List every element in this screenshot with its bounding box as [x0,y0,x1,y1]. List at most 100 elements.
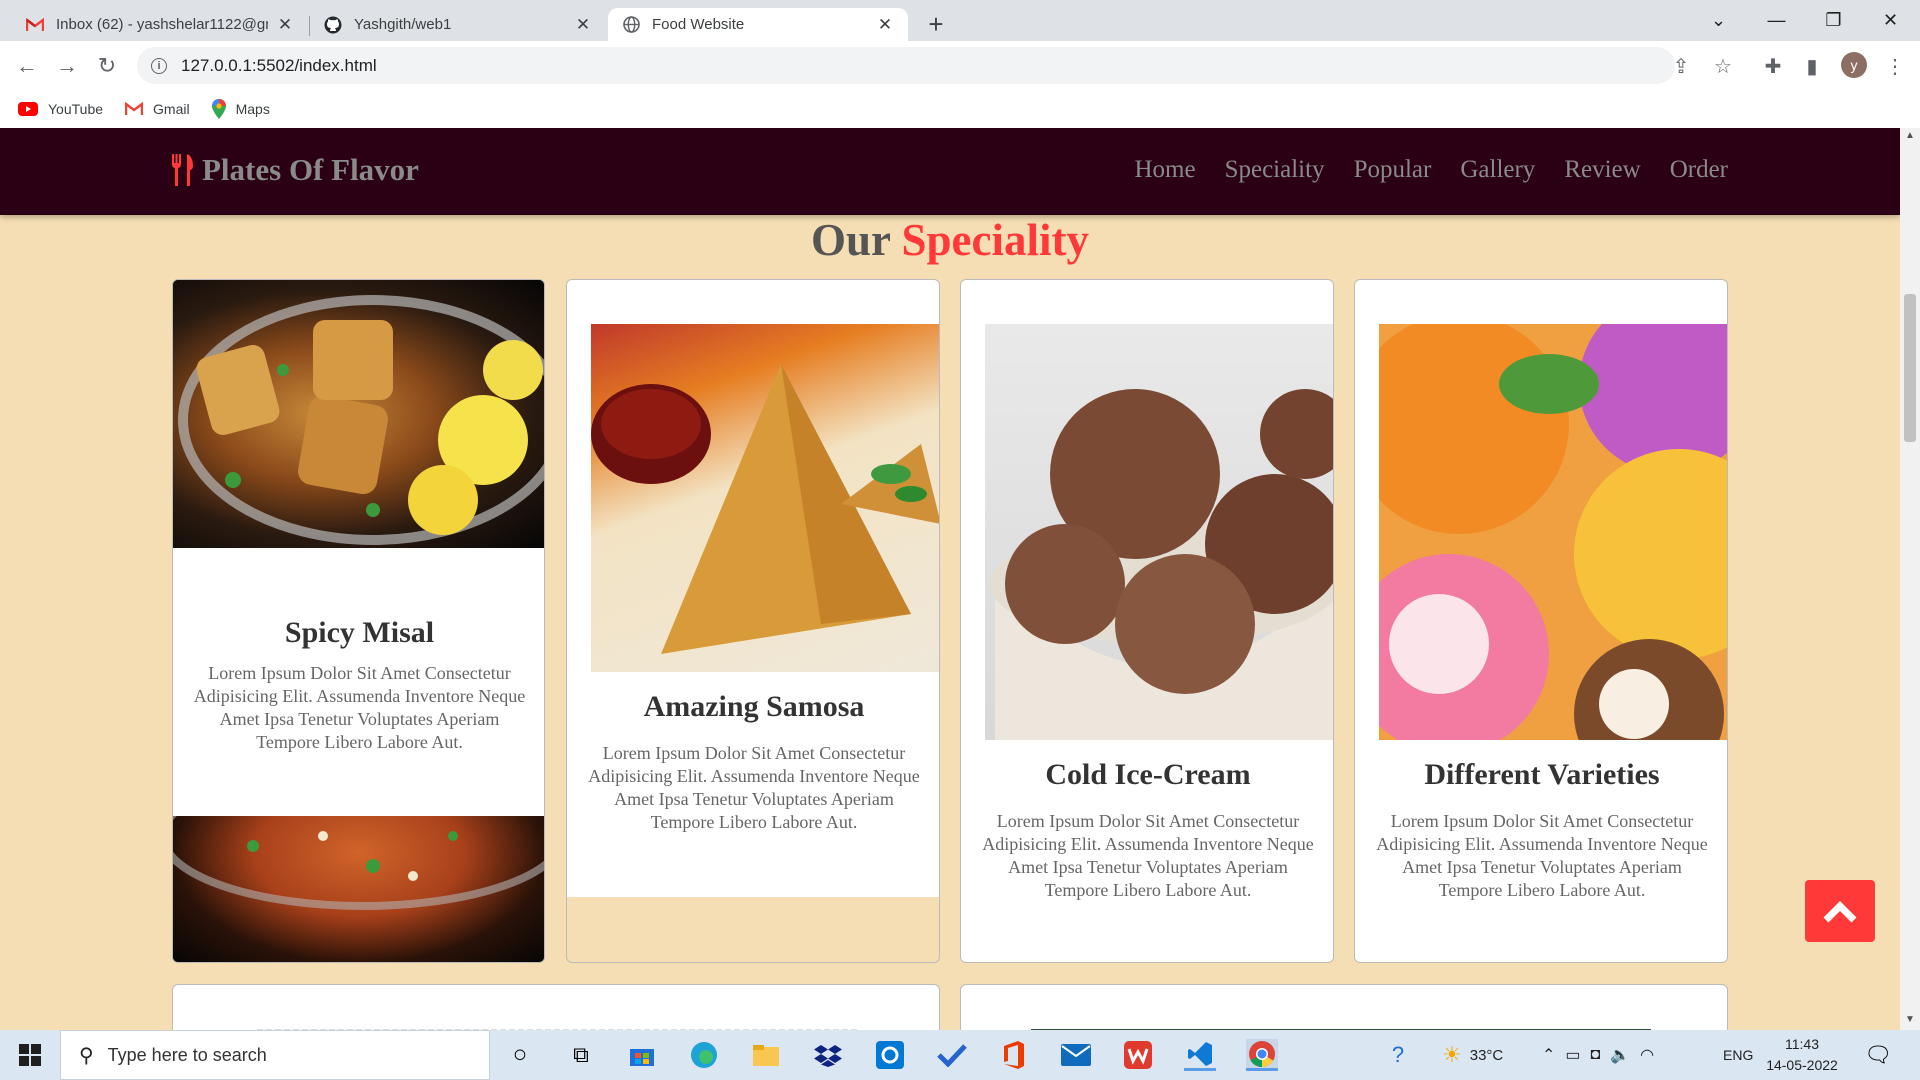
speciality-card-varieties[interactable]: Different Varieties Lorem Ipsum Dolor Si… [1354,279,1728,963]
card-description: Lorem Ipsum Dolor Sit Amet Consectetur A… [193,663,526,752]
notifications-icon[interactable]: 🗨 [1862,1039,1894,1071]
chocolate-ice-cream-image [985,324,1333,740]
system-tray: ⌃ ▭ ◘ 🔈 ◠ [1542,1030,1654,1080]
tab-gmail[interactable]: Inbox (62) - yashshelar1122@gm ✕ [12,8,308,41]
network-status-icon[interactable]: ▭ [1565,1045,1580,1065]
meet-now-icon[interactable]: ◘ [1591,1046,1601,1064]
curry-bowl-illustration [173,762,544,910]
wps-office-icon[interactable] [1122,1039,1154,1071]
weather-sun-icon: ☀ [1442,1042,1462,1067]
tab-github[interactable]: Yashgith/web1 ✕ [310,8,606,41]
nav-home[interactable]: Home [1134,156,1195,184]
share-icon[interactable]: ⇪ [1668,53,1694,79]
scrollbar-thumb[interactable] [1904,294,1916,442]
gmail-icon [26,16,44,34]
popular-card-partial[interactable] [960,984,1728,1030]
task-view-icon[interactable]: ⧉ [565,1039,597,1071]
heading-part-1: Our [811,215,891,265]
globe-icon [622,16,640,34]
github-icon [324,16,342,34]
samosa-illustration [591,364,939,654]
close-tab-icon[interactable]: ✕ [276,15,294,35]
nav-popular[interactable]: Popular [1354,156,1432,184]
nav-order[interactable]: Order [1670,156,1728,184]
edge-icon[interactable] [688,1039,720,1071]
restore-icon[interactable]: ❐ [1805,0,1862,41]
address-bar[interactable]: i 127.0.0.1:5502/index.html [137,47,1675,84]
cortana-icon[interactable]: ○ [504,1039,536,1071]
ice-cream-bowl-illustration [990,389,1333,740]
profile-avatar[interactable]: y [1841,52,1867,78]
taskbar-search-box[interactable]: ⚲ Type here to search [60,1030,490,1080]
back-icon[interactable]: ← [12,51,42,81]
bookmark-maps[interactable]: Maps [211,99,270,119]
nav-gallery[interactable]: Gallery [1460,156,1535,184]
bookmark-label: Gmail [153,101,190,117]
language-indicator[interactable]: ENG [1723,1030,1753,1080]
card-description: Lorem Ipsum Dolor Sit Amet Consectetur A… [982,811,1314,900]
side-panel-icon[interactable]: ▮ [1799,53,1825,79]
page-scrollbar[interactable]: ▲ ▼ [1900,128,1920,1030]
file-explorer-icon[interactable] [750,1039,782,1071]
site-header: Plates Of Flavor Home Speciality Popular… [0,128,1900,215]
tab-food-website[interactable]: Food Website ✕ [608,8,908,41]
site-logo-text: Plates Of Flavor [202,152,419,187]
app-icon[interactable] [874,1039,906,1071]
bookmark-star-icon[interactable]: ☆ [1710,53,1736,79]
office-icon[interactable] [998,1039,1030,1071]
youtube-icon [18,102,38,116]
vscode-icon[interactable] [1184,1039,1216,1071]
windows-start-icon[interactable] [14,1039,46,1071]
site-logo[interactable]: Plates Of Flavor [170,152,419,188]
wifi-icon[interactable]: ◠ [1640,1045,1654,1065]
close-tab-icon[interactable]: ✕ [876,15,894,35]
close-window-icon[interactable]: ✕ [1862,0,1919,41]
clock-time: 11:43 [1785,1036,1819,1052]
samosa-image [591,324,939,672]
misal-pav-image [173,280,544,548]
card-description: Lorem Ipsum Dolor Sit Amet Consectetur A… [588,743,920,832]
tab-search-chevron-icon[interactable]: ⌄ [1690,0,1747,41]
bookmark-youtube[interactable]: YouTube [18,101,103,117]
dropbox-icon[interactable] [812,1039,844,1071]
speciality-card-misal[interactable]: Spicy Misal Lorem Ipsum Dolor Sit Amet C… [172,279,545,963]
card-title: Spicy Misal [284,616,435,649]
url-text[interactable]: 127.0.0.1:5502/index.html [181,56,377,76]
volume-icon[interactable]: 🔈 [1610,1045,1630,1065]
search-icon: ⚲ [79,1044,94,1067]
card-body: Amazing Samosa Lorem Ipsum Dolor Sit Ame… [567,280,939,897]
scroll-down-arrow-icon[interactable]: ▼ [1905,1014,1915,1025]
tab-title: Food Website [652,16,745,33]
new-tab-button[interactable]: + [921,9,951,40]
reload-icon[interactable]: ↻ [92,51,122,81]
site-info-icon[interactable]: i [151,57,167,74]
bookmark-gmail[interactable]: Gmail [125,101,190,117]
windows-taskbar: ⚲ Type here to search ○ ⧉ ? ☀ 33°C ⌃ ▭ ◘… [0,1030,1920,1080]
nav-review[interactable]: Review [1564,156,1640,184]
card-title: Different Varieties [1424,758,1660,791]
extensions-puzzle-icon[interactable]: ✚ [1760,53,1786,79]
minimize-icon[interactable]: — [1748,0,1805,41]
utensils-icon [170,154,196,186]
temperature-text: 33°C [1469,1046,1504,1064]
tab-title: Inbox (62) - yashshelar1122@gm [56,16,268,33]
speciality-card-ice-cream[interactable]: Cold Ice-Cream Lorem Ipsum Dolor Sit Ame… [960,279,1334,963]
popular-card-partial[interactable] [172,984,940,1030]
speciality-card-samosa[interactable]: Amazing Samosa Lorem Ipsum Dolor Sit Ame… [566,279,940,963]
mail-icon[interactable] [1060,1039,1092,1071]
browser-toolbar: ← → ↻ i 127.0.0.1:5502/index.html ⇪ ☆ ✚ … [0,41,1920,90]
taskbar-clock[interactable]: 11:43 14-05-2022 [1762,1034,1842,1076]
scroll-to-top-button[interactable] [1805,880,1875,942]
ice-cream-scoops-illustration [1379,324,1727,740]
forward-icon[interactable]: → [52,51,82,81]
chrome-icon[interactable] [1246,1039,1278,1071]
store-icon[interactable] [626,1039,658,1071]
scroll-up-arrow-icon[interactable]: ▲ [1905,130,1915,141]
chevron-up-tray-icon[interactable]: ⌃ [1542,1045,1555,1065]
weather-widget[interactable]: ☀ 33°C [1442,1030,1503,1080]
nav-speciality[interactable]: Speciality [1225,156,1325,184]
menu-kebab-icon[interactable]: ⋮ [1882,53,1908,79]
todo-icon[interactable] [936,1039,968,1071]
help-icon[interactable]: ? [1382,1039,1414,1071]
close-tab-icon[interactable]: ✕ [574,15,592,35]
